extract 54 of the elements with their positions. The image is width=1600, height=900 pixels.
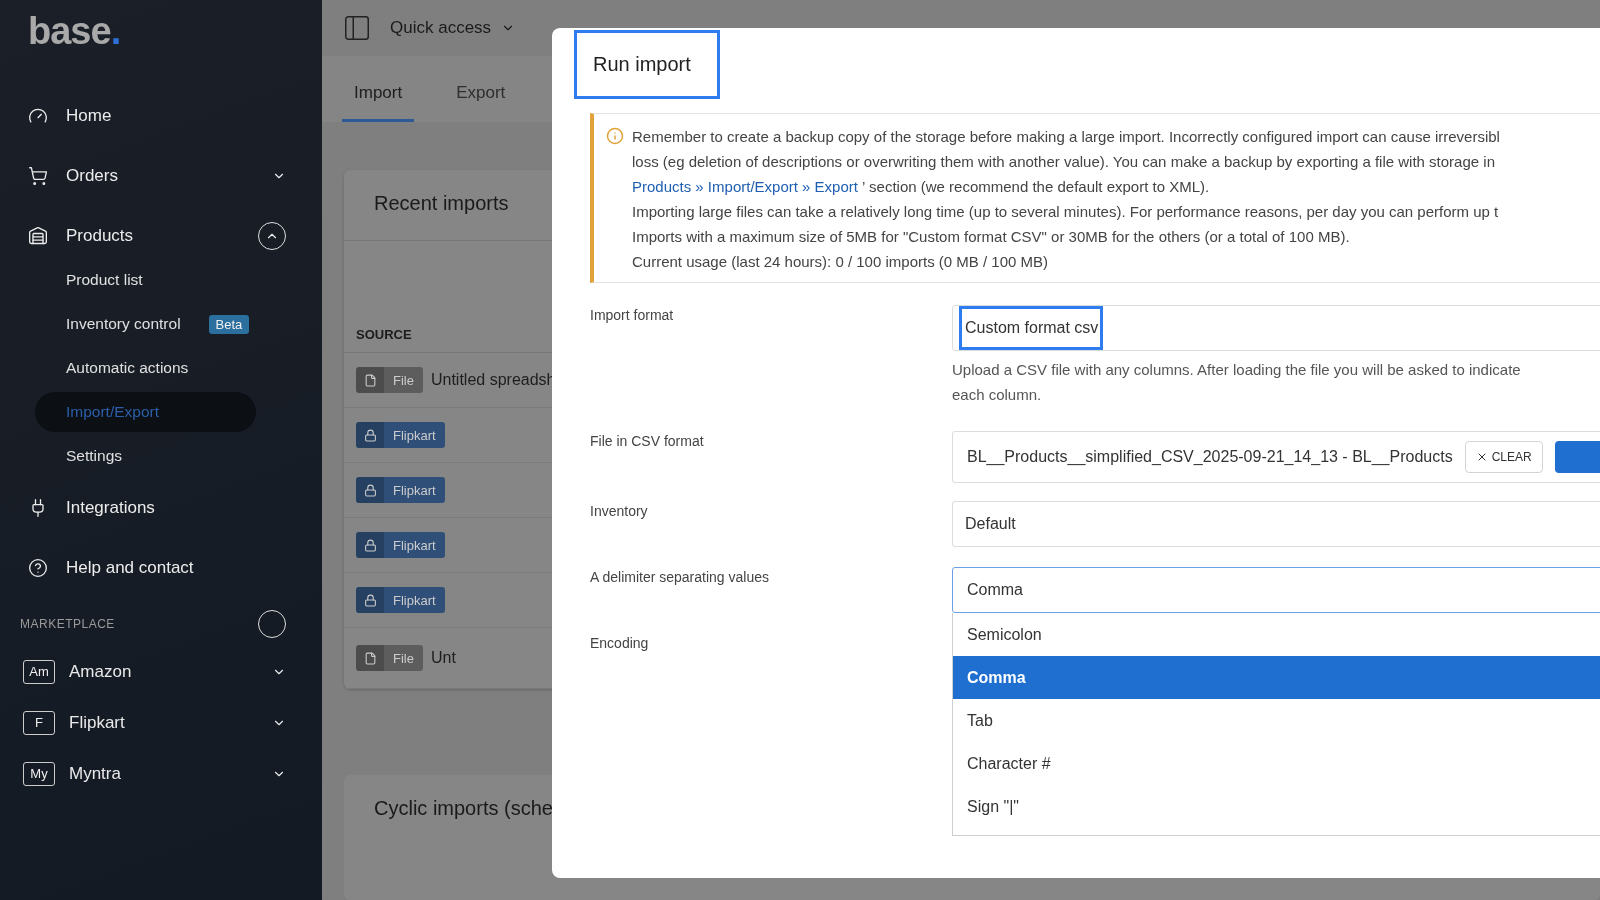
field-label: File in CSV format	[590, 432, 705, 451]
sub-nav-item[interactable]: Settings	[35, 436, 256, 476]
info-icon	[606, 127, 624, 145]
marketplace-item[interactable]: My Myntra	[0, 748, 322, 799]
file-field[interactable]: BL__Products__simplified_CSV_2025-09-21_14_13 - BL__Products CLEAR	[952, 431, 1600, 483]
row-text: Untitled spreadsh	[430, 371, 556, 389]
sub-nav-item[interactable]: Inventory control Beta	[35, 304, 256, 344]
beta-badge: Beta	[208, 314, 250, 334]
marketplace-badge: Am	[23, 659, 55, 684]
source-badge: Flipkart	[356, 422, 445, 448]
notice-text: Current usage (last 24 hours): 0 / 100 imports (0 MB / 100 MB)	[632, 252, 1049, 272]
logo: base.	[27, 10, 122, 54]
field-label: Inventory	[590, 502, 649, 521]
section-link[interactable]: Products » Import/Export » Export	[632, 178, 858, 195]
notice-text: Importing large files can take a relatively long time (up to several minutes). For performance reasons, per day you can perform up t	[632, 202, 1500, 222]
field-label: Import format	[590, 306, 675, 325]
marketplace-item[interactable]: Am Amazon	[0, 646, 322, 697]
file-button[interactable]	[1554, 441, 1600, 473]
quick-access-menu[interactable]: Quick access	[390, 18, 516, 38]
dropdown-option[interactable]: Comma	[953, 656, 1600, 699]
hint-text: Upload a CSV file with any columns. After loading the file you will be asked to indicate each column.	[952, 360, 1522, 405]
notice-text: loss (eg deletion of descriptions or overwriting them with another value). You can make a backup by exporting a file with storage in	[632, 152, 1496, 172]
source-badge: File	[356, 367, 423, 393]
marketplace-badge: F	[23, 710, 55, 735]
marketplace-item[interactable]: F Flipkart	[0, 697, 322, 748]
sub-nav-item[interactable]: Automatic actions	[35, 348, 256, 388]
tab[interactable]: Export	[444, 83, 518, 122]
tab[interactable]: Import	[342, 83, 415, 122]
nav-icon	[28, 558, 48, 578]
section-label: MARKETPLACE	[20, 617, 115, 631]
nav-item[interactable]: Orders	[0, 146, 322, 206]
field-label: A delimiter separating values	[590, 568, 770, 587]
card-title: Cyclic imports (sche	[374, 797, 553, 820]
panel-icon[interactable]	[342, 13, 372, 43]
source-badge: Flipkart	[356, 532, 445, 558]
notice-text: Remember to create a backup copy of the storage before making a large import. Incorrectly configured import can cause irreversibl	[632, 127, 1501, 147]
nav-item[interactable]: Integrations	[0, 478, 322, 538]
nav-item[interactable]: Help and contact	[0, 538, 322, 598]
field-label: Encoding	[590, 634, 650, 651]
modal-title: Run import	[574, 30, 720, 99]
nav-item[interactable]: Home	[0, 86, 322, 146]
notice-text: ’ section (we recommend the default export to XML).	[861, 178, 1210, 195]
source-badge: File	[356, 645, 423, 671]
select-field[interactable]: Default	[952, 501, 1600, 547]
clear-button[interactable]: CLEAR	[1464, 441, 1543, 473]
delimiter-select[interactable]: Comma	[952, 567, 1600, 613]
marketplace-badge: My	[23, 761, 55, 786]
source-badge: Flipkart	[356, 587, 445, 613]
nav-icon	[28, 226, 48, 246]
file-name: BL__Products__simplified_CSV_2025-09-21_14_13 - BL__Products	[967, 448, 1453, 466]
select-field[interactable]: Custom format csv	[952, 305, 1600, 351]
nav-icon	[28, 166, 48, 186]
source-badge: Flipkart	[356, 477, 445, 503]
row-text: Unt	[430, 649, 456, 667]
